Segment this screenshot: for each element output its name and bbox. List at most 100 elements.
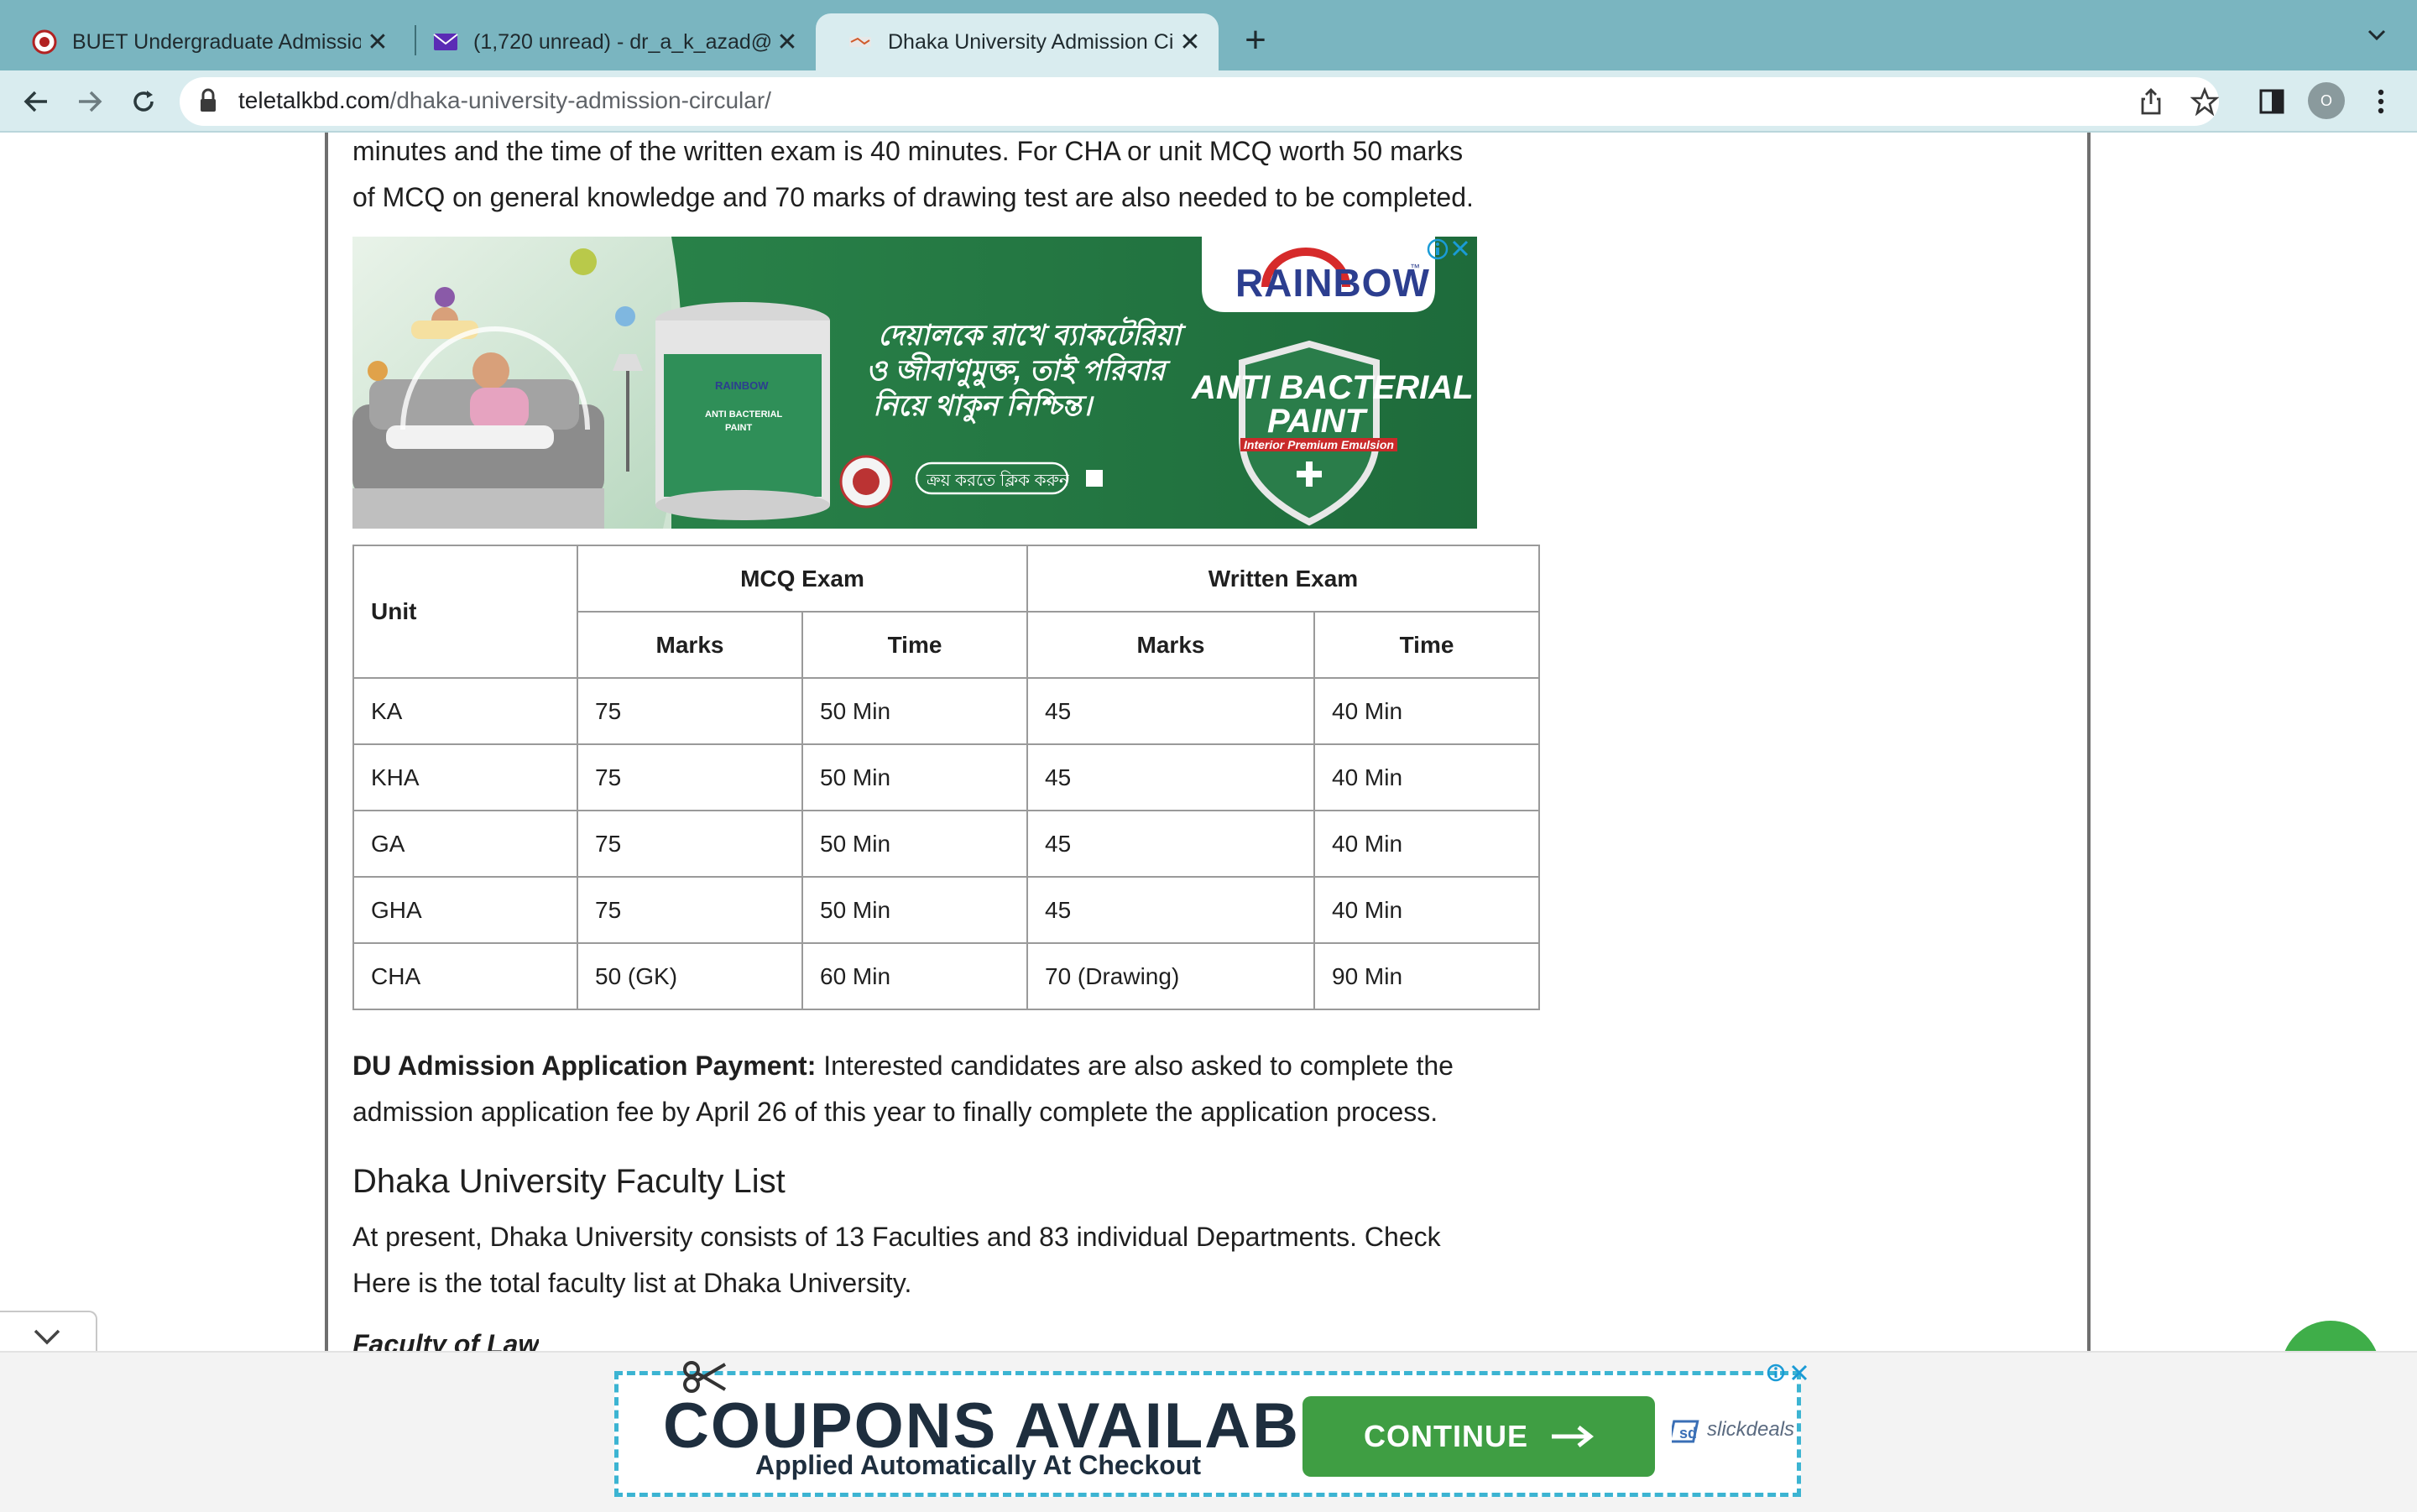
ad-cta[interactable]: ক্রয় করতে ক্লিক করুন xyxy=(927,468,1069,496)
cell-written-time: 90 Min xyxy=(1313,942,1540,1010)
bucket-label-1: ANTI BACTERIAL xyxy=(705,409,783,420)
close-tab-icon[interactable]: ✕ xyxy=(361,28,394,57)
tab-dhaka-university[interactable]: Dhaka University Admission Ci ✕ xyxy=(816,13,1219,70)
side-panel-icon[interactable] xyxy=(2251,81,2293,123)
intro-line-1: minutes and the time of the written exam… xyxy=(352,136,1464,166)
slickdeals-wordmark: slickdeals xyxy=(1707,1418,1795,1441)
more-menu-icon[interactable] xyxy=(2360,81,2402,123)
th-mcq-time: Time xyxy=(801,611,1028,679)
rainbow-logo: RAINBOW xyxy=(1235,261,1430,305)
th-written-exam: Written Exam xyxy=(1026,545,1540,613)
ad-product-line-2: PAINT xyxy=(1267,403,1366,440)
cell-mcq-time: 60 Min xyxy=(801,942,1028,1010)
rainbow-paint-ad[interactable]: RAINBOW ™ দেয়ালকে রাখে ব্যাকটেরিয়া ও জ… xyxy=(352,237,1477,529)
tab-mail[interactable]: (1,720 unread) - dr_a_k_azad@ ✕ xyxy=(401,13,816,70)
ad-info-icon[interactable] xyxy=(1427,238,1449,260)
tab-title: Dhaka University Admission Ci xyxy=(888,29,1173,54)
reload-icon[interactable] xyxy=(123,81,164,123)
content-border-left xyxy=(325,133,328,1351)
payment-label: DU Admission Application Payment: xyxy=(352,1051,817,1081)
cell-written-time: 40 Min xyxy=(1313,810,1540,878)
th-mcq-exam: MCQ Exam xyxy=(577,545,1028,613)
ad-product-sub: Interior Premium Emulsion xyxy=(1240,438,1397,451)
close-tab-icon[interactable]: ✕ xyxy=(770,28,804,57)
continue-button[interactable]: CONTINUE xyxy=(1302,1396,1655,1477)
exam-marks-table: Unit MCQ Exam Written Exam Marks Time Ma… xyxy=(352,545,1540,1010)
svg-text:sd: sd xyxy=(1679,1425,1697,1442)
cell-unit: KHA xyxy=(352,743,578,811)
content-border-right xyxy=(2087,133,2091,1351)
share-icon[interactable] xyxy=(2130,81,2172,123)
cell-mcq-marks: 75 xyxy=(577,677,803,745)
cell-mcq-marks: 75 xyxy=(577,743,803,811)
th-unit: Unit xyxy=(352,545,578,679)
th-mcq-marks: Marks xyxy=(577,611,803,679)
table-row: CHA 50 (GK) 60 Min 70 (Drawing) 90 Min xyxy=(352,942,1540,1010)
faculty-of-law-clip: Faculty of Law xyxy=(352,1324,539,1351)
close-tab-icon[interactable]: ✕ xyxy=(1173,28,1207,57)
tab-title: BUET Undergraduate Admissio xyxy=(72,29,361,54)
slickdeals-logo-icon: sd xyxy=(1672,1420,1699,1443)
tab-search-chevron-icon[interactable] xyxy=(2360,22,2394,55)
cell-unit: GHA xyxy=(352,876,578,944)
bucket-brand: RAINBOW xyxy=(715,379,769,392)
tab-title: (1,720 unread) - dr_a_k_azad@ xyxy=(473,29,770,54)
cell-mcq-time: 50 Min xyxy=(801,876,1028,944)
payment-text: Interested candidates are also asked to … xyxy=(816,1051,1454,1081)
bucket-label-2: PAINT xyxy=(725,423,753,433)
payment-paragraph-line-2: admission application fee by April 26 of… xyxy=(352,1097,1438,1127)
faculty-paragraph-line-1: At present, Dhaka University consists of… xyxy=(352,1222,1441,1252)
cell-written-time: 40 Min xyxy=(1313,876,1540,944)
table-row: GHA 75 50 Min 45 40 Min xyxy=(352,876,1540,944)
cell-mcq-time: 50 Min xyxy=(801,677,1028,745)
lock-icon[interactable] xyxy=(198,87,218,114)
cell-unit: GA xyxy=(352,810,578,878)
buet-favicon-icon xyxy=(32,29,57,55)
cell-unit: KA xyxy=(352,677,578,745)
faculty-paragraph-line-2: Here is the total faculty list at Dhaka … xyxy=(352,1268,912,1298)
new-tab-button[interactable]: + xyxy=(1237,18,1274,62)
ad-bengali-line-3: নিয়ে থাকুন নিশ্চিন্ত। xyxy=(873,390,1092,422)
ad-close-icon[interactable] xyxy=(1450,238,1472,260)
coupon-subtitle: Applied Automatically At Checkout xyxy=(755,1450,1202,1480)
trademark-symbol: ™ xyxy=(1410,262,1420,274)
url-text[interactable]: teletalkbd.com/dhaka-university-admissio… xyxy=(238,86,771,116)
cell-mcq-marks: 75 xyxy=(577,876,803,944)
url-host: teletalkbd.com xyxy=(238,87,390,113)
ad-product-line-1: ANTI BACTERIAL xyxy=(1192,369,1474,406)
cell-written-marks: 45 xyxy=(1026,810,1315,878)
cell-written-marks: 45 xyxy=(1026,743,1315,811)
intro-line-2: of MCQ on general knowledge and 70 marks… xyxy=(352,182,1474,212)
th-written-marks: Marks xyxy=(1026,611,1315,679)
ad-choices-icon[interactable] xyxy=(1766,1363,1809,1383)
faculty-heading: Dhaka University Faculty List xyxy=(352,1163,786,1200)
collapse-ad-tab[interactable] xyxy=(0,1311,97,1356)
url-path: /dhaka-university-admission-circular/ xyxy=(389,87,771,113)
cell-unit: CHA xyxy=(352,942,578,1010)
profile-avatar[interactable]: O xyxy=(2308,82,2345,119)
continue-label: CONTINUE xyxy=(1364,1419,1528,1453)
chevron-down-icon[interactable] xyxy=(30,1324,64,1349)
cell-mcq-time: 50 Min xyxy=(801,743,1028,811)
cell-mcq-marks: 75 xyxy=(577,810,803,878)
table-row: KA 75 50 Min 45 40 Min xyxy=(352,677,1540,745)
faculty-of-law-heading: Faculty of Law xyxy=(352,1329,540,1351)
teletalk-favicon-icon xyxy=(849,37,871,47)
th-written-time: Time xyxy=(1313,611,1540,679)
cell-mcq-time: 50 Min xyxy=(801,810,1028,878)
cell-written-time: 40 Min xyxy=(1313,677,1540,745)
cell-written-marks: 45 xyxy=(1026,876,1315,944)
forward-arrow-icon[interactable] xyxy=(69,81,111,123)
bookmark-star-icon[interactable] xyxy=(2184,81,2226,123)
cell-mcq-marks: 50 (GK) xyxy=(577,942,803,1010)
tab-buet[interactable]: BUET Undergraduate Admissio ✕ xyxy=(0,13,406,70)
arrow-right-icon xyxy=(1552,1426,1594,1447)
table-row: KHA 75 50 Min 45 40 Min xyxy=(352,743,1540,811)
cell-written-marks: 70 (Drawing) xyxy=(1026,942,1315,1010)
cell-written-time: 40 Min xyxy=(1313,743,1540,811)
mail-favicon-icon xyxy=(433,34,458,50)
back-arrow-icon[interactable] xyxy=(15,81,57,123)
payment-paragraph-line-1: DU Admission Application Payment: Intere… xyxy=(352,1042,1454,1089)
cell-written-marks: 45 xyxy=(1026,677,1315,745)
table-row: GA 75 50 Min 45 40 Min xyxy=(352,810,1540,878)
